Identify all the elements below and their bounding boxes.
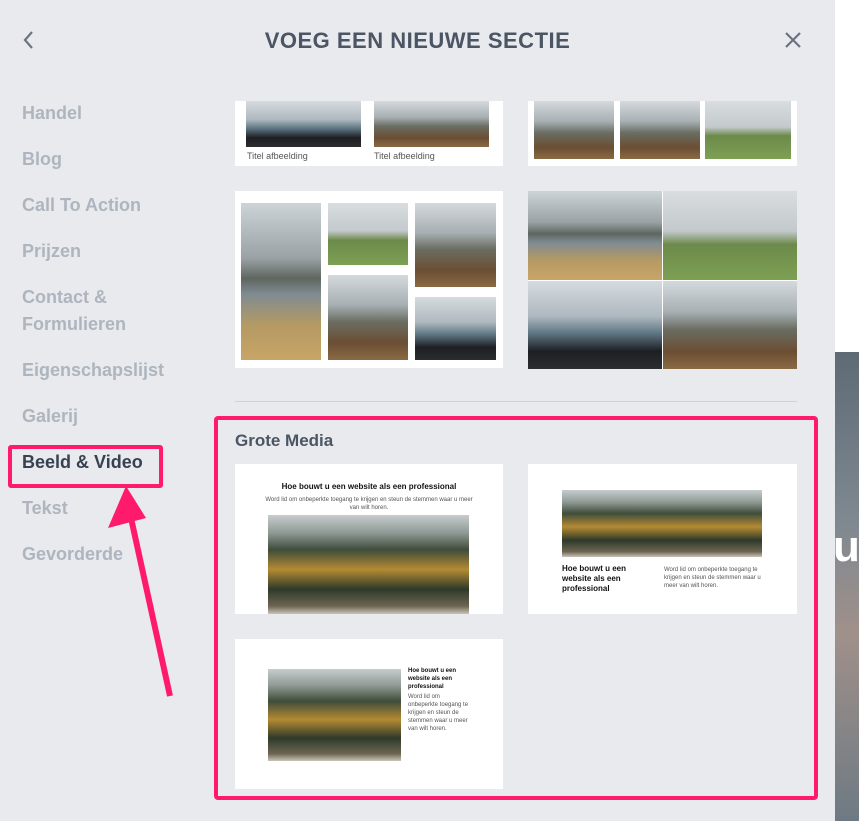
template-image — [241, 203, 321, 360]
template-image — [328, 203, 408, 265]
section-title: Grote Media — [235, 431, 334, 450]
sidebar-item-blog[interactable]: Blog — [22, 146, 192, 173]
template-image — [705, 101, 791, 159]
template-image — [415, 203, 496, 287]
template-image — [374, 101, 489, 147]
template-paragraph: Word lid om onbeperkte toegang te krijge… — [664, 567, 761, 589]
template-heading: Hoe bouwt u een website als een professi… — [562, 564, 626, 593]
media-template-card[interactable]: Hoe bouwt u een website als een professi… — [235, 639, 503, 789]
sidebar-item-eigenschapslijst[interactable]: Eigenschapslijst — [22, 357, 192, 384]
template-image — [328, 275, 408, 360]
template-image — [534, 101, 614, 159]
template-image — [528, 281, 662, 369]
page-title: VOEG EEN NIEUWE SECTIE — [264, 28, 571, 53]
template-image — [663, 191, 797, 280]
template-heading: Hoe bouwt u een website als een professi… — [281, 482, 457, 491]
image-caption: Titel afbeelding — [374, 151, 435, 161]
template-heading: Hoe bouwt u een website als een professi… — [408, 668, 456, 690]
sidebar-item-prijzen[interactable]: Prijzen — [22, 238, 192, 265]
template-image — [246, 101, 361, 147]
gallery-template-card[interactable]: Titel afbeelding Titel afbeelding — [235, 101, 503, 166]
close-icon — [785, 32, 801, 48]
template-image — [620, 101, 700, 159]
template-image — [528, 191, 662, 280]
template-paragraph: Word lid om onbeperkte toegang te krijge… — [265, 497, 473, 511]
sidebar-item-handel[interactable]: Handel — [22, 100, 192, 127]
template-image — [415, 297, 496, 360]
template-image — [268, 669, 401, 761]
image-caption: Titel afbeelding — [247, 151, 308, 161]
gallery-template-card[interactable] — [528, 101, 797, 166]
gallery-template-card[interactable] — [528, 191, 797, 369]
section-divider — [235, 401, 797, 402]
gallery-template-card[interactable] — [235, 191, 503, 368]
template-paragraph: Word lid om onbeperkte toegang te krijge… — [408, 694, 469, 732]
template-image — [268, 515, 469, 614]
close-button[interactable] — [780, 26, 806, 54]
sidebar-item-galerij[interactable]: Galerij — [22, 403, 192, 430]
sidebar-item-contact-formulieren[interactable]: Contact & Formulieren — [22, 284, 142, 338]
media-template-card[interactable]: Hoe bouwt u een website als een professi… — [235, 464, 503, 614]
template-image — [663, 281, 797, 369]
page-hero-image: u — [833, 352, 859, 821]
sidebar-item-call-to-action[interactable]: Call To Action — [22, 192, 192, 219]
pointer-arrow-icon — [108, 486, 173, 697]
template-image — [562, 490, 762, 557]
media-template-card[interactable]: Hoe bouwt u een website als een professi… — [528, 464, 797, 614]
